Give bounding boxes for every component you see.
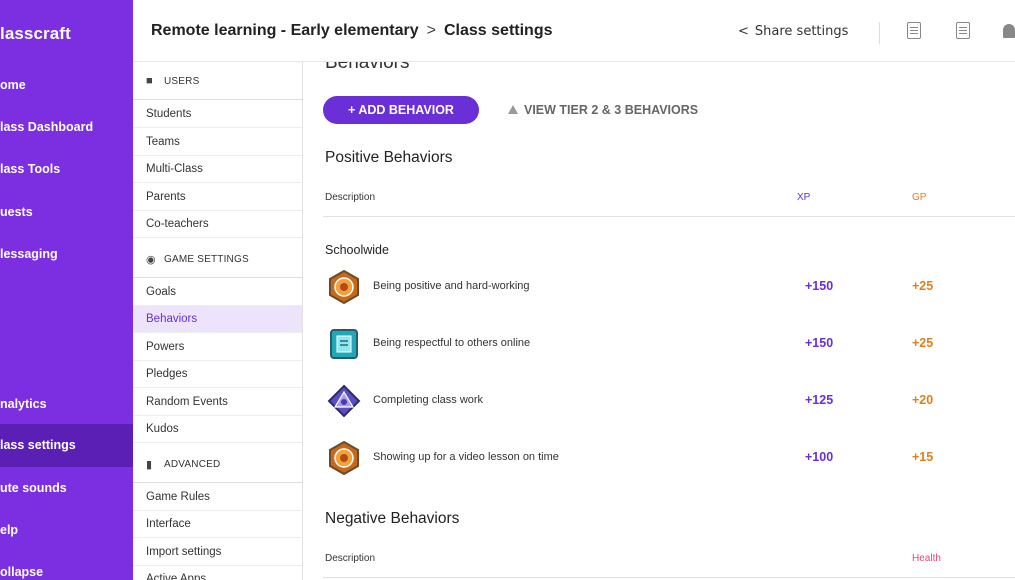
gamepad-icon: ◉ (146, 254, 156, 266)
nav-item-class-tools[interactable]: lass Tools (0, 150, 133, 188)
purple-gem-badge-icon (327, 384, 361, 418)
header-divider (879, 22, 880, 44)
settings-item-students[interactable]: Students (133, 101, 302, 128)
game-settings-section-header: ◉ GAME SETTINGS (133, 240, 302, 278)
behavior-row[interactable]: Completing class work +125 +20 (323, 381, 1015, 421)
behavior-gp: +25 (912, 336, 934, 350)
add-behavior-button[interactable]: + ADD BEHAVIOR (323, 96, 479, 124)
behavior-row[interactable]: Showing up for a video lesson on time +1… (323, 438, 1015, 478)
settings-sidebar: ■ USERS Students Teams Multi-Class Paren… (133, 62, 303, 580)
negative-col-health: Health (912, 553, 941, 564)
share-icon: < (738, 24, 749, 39)
top-header: Remote learning - Early elementary > Class… (133, 0, 1015, 62)
orange-gear-badge-icon (329, 270, 359, 304)
positive-behaviors-title: Positive Behaviors (325, 149, 453, 166)
nav-item-mute-sounds[interactable]: ute sounds (0, 469, 133, 507)
negative-behaviors-title: Negative Behaviors (325, 510, 460, 527)
teal-scroll-badge-icon (330, 329, 358, 359)
behavior-gp: +20 (912, 393, 934, 407)
nav-item-collapse[interactable]: ollapse (0, 553, 133, 580)
behavior-row[interactable]: Being respectful to others online +150 +… (323, 324, 1015, 364)
settings-item-kudos[interactable]: Kudos (133, 416, 302, 443)
negative-header-divider (323, 577, 1015, 578)
behavior-description: Completing class work (373, 394, 484, 406)
page-title: Behaviors (325, 62, 410, 73)
share-settings-label: Share settings (754, 24, 849, 39)
bar-chart-icon: ▮ (146, 459, 153, 471)
behavior-xp: +100 (805, 450, 834, 464)
nav-item-analytics[interactable]: nalytics (0, 385, 133, 423)
settings-item-game-rules[interactable]: Game Rules (133, 484, 302, 511)
brand-logo[interactable]: lasscraft (0, 24, 71, 44)
settings-item-import-settings[interactable]: Import settings (133, 539, 302, 566)
left-nav: lasscraft ome lass Dashboard lass Tools … (0, 0, 133, 580)
settings-item-co-teachers[interactable]: Co-teachers (133, 211, 302, 238)
breadcrumb: Remote learning - Early elementary > Class… (151, 22, 552, 40)
nav-item-class-settings[interactable]: lass settings (0, 424, 133, 467)
settings-item-parents[interactable]: Parents (133, 184, 302, 211)
bell-icon[interactable] (1003, 24, 1015, 38)
advanced-section-header: ▮ ADVANCED (133, 445, 302, 483)
behavior-description: Showing up for a video lesson on time (373, 451, 559, 463)
breadcrumb-separator: > (426, 22, 436, 39)
view-tier-behaviors-link[interactable]: VIEW TIER 2 & 3 BEHAVIORS (508, 103, 698, 117)
settings-item-teams[interactable]: Teams (133, 129, 302, 156)
nav-item-class-dashboard[interactable]: lass Dashboard (0, 108, 133, 146)
user-icon: ■ (146, 75, 153, 87)
settings-item-behaviors[interactable]: Behaviors (133, 306, 302, 333)
behavior-gp: +15 (912, 450, 934, 464)
behavior-xp: +150 (805, 336, 834, 350)
positive-col-description: Description (325, 192, 376, 203)
settings-item-active-apps[interactable]: Active Apps (133, 566, 302, 580)
behavior-gp: +25 (912, 279, 934, 293)
behaviors-content: Behaviors + ADD BEHAVIOR VIEW TIER 2 & 3… (303, 62, 1015, 580)
breadcrumb-current: Class settings (444, 22, 553, 39)
warning-triangle-icon (508, 105, 518, 114)
settings-item-multi-class[interactable]: Multi-Class (133, 156, 302, 183)
orange-gear-badge-icon (329, 441, 359, 475)
behavior-description: Being positive and hard-working (373, 280, 530, 292)
behavior-row[interactable]: Being positive and hard-working +150 +25 (323, 267, 1015, 307)
settings-item-powers[interactable]: Powers (133, 334, 302, 361)
nav-item-home[interactable]: ome (0, 66, 133, 104)
behavior-xp: +125 (805, 393, 834, 407)
settings-item-pledges[interactable]: Pledges (133, 361, 302, 388)
nav-item-messaging[interactable]: lessaging (0, 235, 133, 273)
nav-item-quests[interactable]: uests (0, 193, 133, 231)
settings-item-goals[interactable]: Goals (133, 279, 302, 306)
notebook-icon[interactable] (907, 22, 921, 39)
negative-col-description: Description (325, 553, 376, 564)
settings-item-random-events[interactable]: Random Events (133, 389, 302, 416)
behavior-description: Being respectful to others online (373, 337, 531, 349)
share-settings-button[interactable]: < Share settings (738, 24, 848, 39)
positive-header-divider (323, 216, 1015, 217)
nav-item-help[interactable]: elp (0, 511, 133, 549)
breadcrumb-parent[interactable]: Remote learning - Early elementary (151, 22, 419, 39)
schoolwide-group-title: Schoolwide (325, 243, 389, 257)
positive-col-gp: GP (912, 192, 927, 203)
clipboard-icon[interactable] (956, 22, 970, 39)
positive-col-xp: XP (797, 192, 811, 203)
users-section-header: ■ USERS (133, 62, 302, 100)
settings-item-interface[interactable]: Interface (133, 511, 302, 538)
behavior-xp: +150 (805, 279, 834, 293)
